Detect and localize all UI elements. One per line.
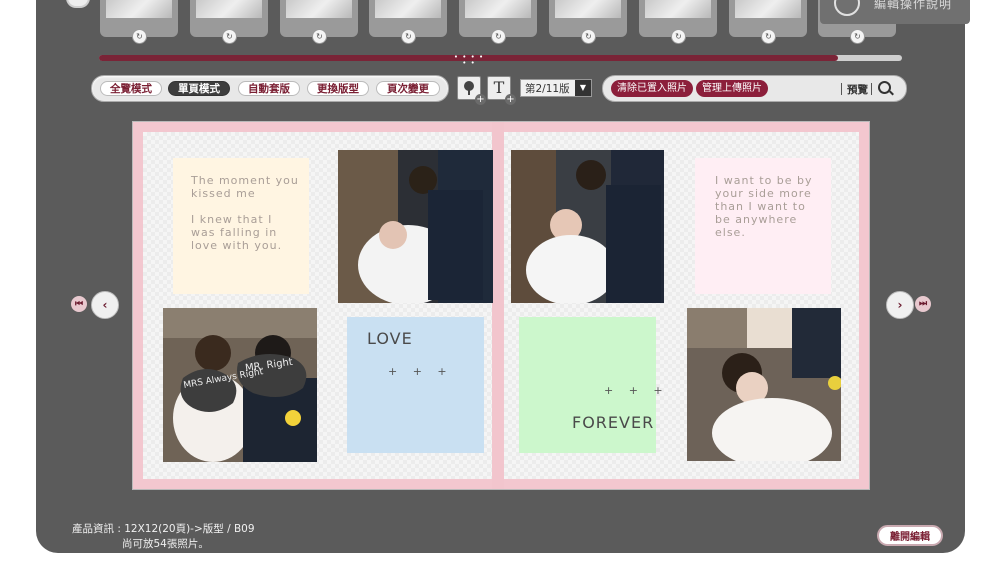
thumbnail-image [196,0,262,18]
divider [871,83,872,95]
prev-page-button[interactable]: ‹ [91,291,119,319]
thumbnail-image [106,0,172,18]
preview-button[interactable]: 預覽 [847,82,868,97]
clear-placed-photos-button[interactable]: 清除已置入照片 [611,80,693,97]
chevron-down-icon: ▼ [575,80,591,96]
thumbnail-item[interactable]: ↻ [280,0,358,44]
mode-toolbar: 全覽模式 單頁模式 自動套版 更換版型 頁次變更 [91,75,449,102]
thumbnail-image [375,0,441,18]
add-icon: + [475,94,486,105]
photo-slot-kiss-left[interactable] [338,150,493,303]
thumbnail-item[interactable]: ↻ [639,0,717,44]
forever-label: FOREVER [572,413,655,432]
photo-slot-kiss-right[interactable] [511,150,664,303]
rotate-icon[interactable]: ↻ [491,29,506,44]
action-toolbar: 清除已置入照片 管理上傳照片 預覽 [602,75,907,102]
page-change-button[interactable]: 頁次變更 [376,81,440,96]
rotate-icon[interactable]: ↻ [312,29,327,44]
add-icon: + [505,94,516,105]
thumbnail-item[interactable]: ↻ [549,0,627,44]
scrollbar-thumb[interactable]: • • • • • • [451,54,487,67]
manage-uploads-button[interactable]: 管理上傳照片 [696,80,768,97]
photo-capacity: 尚可放54張照片。 [122,538,209,550]
next-page-button[interactable]: › [886,291,914,319]
search-icon[interactable] [878,81,891,94]
thumbnail-scrollbar[interactable]: • • • • • • [99,54,902,67]
last-page-icon[interactable]: ⏭ [915,296,931,312]
help-label: 編輯操作說明 [874,0,953,11]
rotate-icon[interactable]: ↻ [671,29,686,44]
quote-text-right: I want to be by your side more than I wa… [715,174,813,239]
quote-text-left: The moment you kissed me I knew that I w… [191,174,299,252]
info-icon [834,0,860,16]
page-select[interactable]: 第2/11版 ▼ [520,79,592,97]
full-view-mode-button[interactable]: 全覽模式 [100,81,162,96]
thumbnail-item[interactable]: ↻ [100,0,178,44]
text-add-icon[interactable]: T + [487,76,516,105]
rotate-icon[interactable]: ↻ [132,29,147,44]
change-layout-button[interactable]: 更換版型 [307,81,369,96]
thumbnail-image [465,0,531,18]
product-info: 產品資訊 : 12X12(20頁)->版型 / B09 [72,523,255,535]
rotate-icon[interactable]: ↻ [222,29,237,44]
thumbnail-image [555,0,621,18]
love-plus: + + + [388,365,453,378]
tree-background-icon[interactable]: + [457,76,486,105]
rotate-icon[interactable]: ↻ [581,29,596,44]
rotate-icon[interactable]: ↻ [401,29,416,44]
forever-plus: + + + [604,384,669,397]
thumbnail-image [645,0,711,18]
first-page-icon[interactable]: ⏮ [71,296,87,312]
thumbnail-item[interactable]: ↻ [190,0,268,44]
photo-slot-signs[interactable]: MRS Always Right MR. Right [163,308,317,462]
thumbnail-item[interactable]: ↻ [459,0,537,44]
rotate-icon[interactable]: ↻ [761,29,776,44]
auto-layout-button[interactable]: 自動套版 [238,81,300,96]
photo-slot-forehead-kiss[interactable] [687,308,841,461]
album-spine [492,122,504,489]
leave-editor-button[interactable]: 離開編輯 [877,525,943,546]
thumbnail-item[interactable]: ↻ [369,0,447,44]
single-page-mode-button[interactable]: 單頁模式 [168,81,230,96]
album-spread: The moment you kissed me I knew that I w… [132,121,870,490]
divider [841,83,842,95]
text-glyph: T [493,78,505,97]
thumbnail-image [286,0,352,18]
rotate-icon[interactable]: ↻ [850,29,865,44]
help-button[interactable]: 編輯操作說明 [820,0,970,24]
page-select-value: 第2/11版 [525,83,570,95]
thumbnail-image [735,0,801,18]
love-label: LOVE [367,329,413,348]
thumbnail-item[interactable]: ↻ [729,0,807,44]
